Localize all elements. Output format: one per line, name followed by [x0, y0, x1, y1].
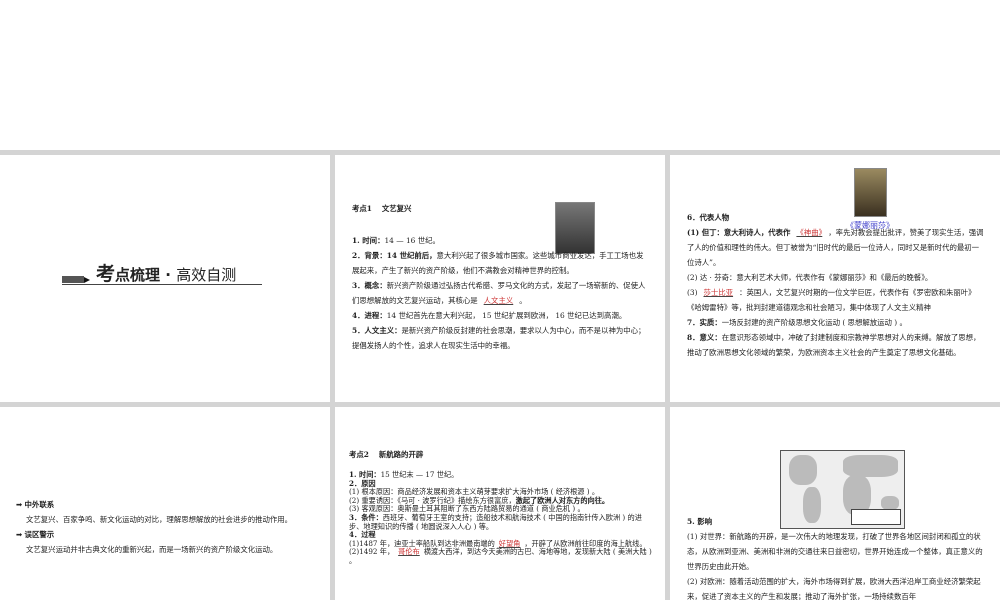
slide-thumbnail-6[interactable]: 5. 影响 (1) 对世界：新航路的开辟，是一次伟大的地理发现，打破了世界各地区…: [670, 407, 1000, 600]
title-bar-block: [62, 276, 84, 283]
text: 14 — 16 世纪。: [384, 236, 440, 245]
answer-blank: 人文主义: [483, 296, 514, 305]
section-title: 考点梳理 · 高效自测: [62, 263, 262, 285]
label: 3．概念：: [352, 281, 387, 290]
heading: 6．代表人物: [687, 213, 730, 222]
label: 1. 时间：: [352, 236, 385, 245]
label: 7．实质：: [687, 318, 722, 327]
text: 14 世纪首先在意大利兴起， 15 世纪扩展到欧洲， 16 世纪已达到高潮。: [386, 311, 627, 320]
text: (2) 达 · 芬奇：意大利艺术大师，代表作有《蒙娜丽莎》和《最后的晚餐》。: [687, 273, 933, 282]
heading: 误区警示: [24, 530, 55, 539]
text: 文艺复兴运动并非古典文化的重新兴起，而是一场新兴的资产阶级文化运动。: [26, 545, 278, 554]
label: 4．进程：: [352, 311, 387, 320]
title-big: 考: [96, 263, 116, 285]
arrow-right-icon: ➡: [16, 500, 25, 509]
arrow-icon: [84, 277, 90, 283]
title-sub: 高效自测: [176, 266, 237, 284]
text: 文艺复兴、百家争鸣、新文化运动的对比，理解思想解放的社会进步的推动作用。: [26, 515, 293, 524]
slide-thumbnail-1[interactable]: 考点梳理 · 高效自测: [0, 155, 330, 402]
slide-heading: 考点1 文艺复兴: [352, 204, 412, 213]
label: 2．背景：: [352, 251, 387, 260]
text: 14 世纪前后，: [386, 251, 437, 260]
answer-blank: 莎士比亚: [703, 288, 734, 297]
title-main: 点梳理: [115, 266, 161, 284]
text: 在意识形态领域中，冲破了封建制度和宗教神学思想对人的束缚。解放了思想，推动了欧洲…: [687, 333, 981, 357]
text: 西班牙、葡萄牙王室的支持；造船技术和航海技术 ( 中国的指南针传入欧洲 ) 的进…: [349, 512, 642, 531]
label: (1) 但丁：意大利诗人，代表作: [687, 228, 791, 237]
slide-thumbnail-3[interactable]: 《蒙娜丽莎》 6．代表人物 (1) 但丁：意大利诗人，代表作 《神曲》 ，率先对教会…: [670, 155, 1000, 402]
answer-blank: 《神曲》: [796, 228, 823, 237]
slide-thumbnail-4[interactable]: ➡ 中外联系 文艺复兴、百家争鸣、新文化运动的对比，理解思想解放的社会进步的推动…: [0, 407, 330, 600]
slide-thumbnail-5[interactable]: 考点2 新航路的开辟 1. 时间：15 世纪末 — 17 世纪。 2．原因 (1…: [335, 407, 665, 600]
text: 15 世纪末 — 17 世纪。: [380, 470, 459, 479]
title-sep: ·: [160, 266, 177, 284]
slide-thumbnail-2[interactable]: 考点1 文艺复兴 1. 时间：14 — 16 世纪。 2．背景：14 世纪前后，…: [335, 155, 665, 402]
heading: 中外联系: [24, 500, 55, 509]
text: 一场反封建的资产阶级思想文化运动 ( 思想解放运动 ) 。: [721, 318, 907, 327]
arrow-right-icon: ➡: [16, 530, 25, 539]
slide-heading: 考点2 新航路的开辟: [349, 450, 424, 459]
blank-area: [0, 0, 1000, 150]
label: 5．人文主义：: [352, 326, 402, 335]
heading: 5. 影响: [687, 517, 713, 526]
text: 。: [519, 296, 527, 305]
text: (1) 对世界：新航路的开辟，是一次伟大的地理发现，打破了世界各地区间封闭和孤立…: [687, 532, 983, 571]
label: 8．意义：: [687, 333, 722, 342]
text: (3): [687, 288, 698, 297]
answer-blank: 哥伦布: [398, 547, 420, 557]
text: (2) 对欧洲：随着活动范围的扩大，海外市场得到扩展，欧洲大西洋沿岸工商业经济繁…: [687, 577, 981, 600]
